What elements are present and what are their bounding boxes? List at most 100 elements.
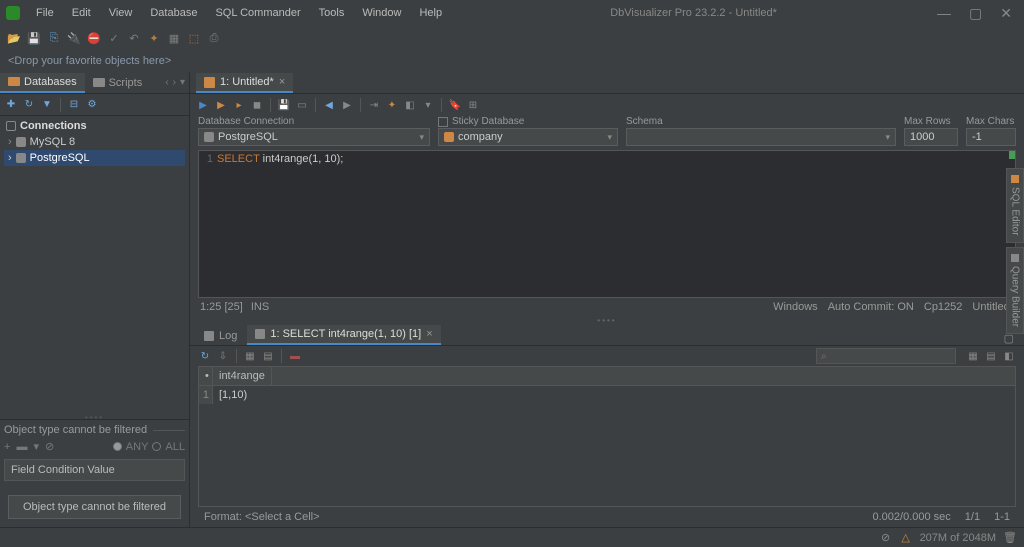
favorites-bar[interactable]: <Drop your favorite objects here> <box>0 50 1024 72</box>
tool-icon-4[interactable]: ⎙ <box>206 30 222 46</box>
tool-icon-2[interactable]: ▦ <box>166 30 182 46</box>
next-icon[interactable]: ▶ <box>340 98 354 112</box>
editor-tab-1[interactable]: 1: Untitled* × <box>196 73 293 93</box>
trash-icon[interactable]: 🗑 <box>1004 532 1016 544</box>
main-toolbar: 📂 💾 ⎘ 🔌 ⛔ ✓ ↶ ✦ ▦ ⬚ ⎙ <box>0 26 1024 50</box>
radio-all-label: ALL <box>165 441 185 453</box>
cell-value[interactable]: [1,10) <box>213 386 253 404</box>
database-dropdown[interactable]: company ▾ <box>438 128 618 146</box>
menu-sql-commander[interactable]: SQL Commander <box>207 4 308 22</box>
sql-editor[interactable]: 1 SELECT int4range(1, 10); <box>198 150 1016 298</box>
tab-log[interactable]: Log <box>196 327 245 345</box>
app-icon <box>6 6 20 20</box>
warning-icon[interactable]: △ <box>900 532 912 544</box>
schema-dropdown[interactable]: ▾ <box>626 128 896 146</box>
filter-clear-icon[interactable]: ⊘ <box>45 440 54 453</box>
conn-dropdown[interactable]: PostgreSQL ▾ <box>198 128 430 146</box>
result-search-input[interactable]: ⌕ <box>816 348 956 364</box>
menu-database[interactable]: Database <box>142 4 205 22</box>
menu-file[interactable]: File <box>28 4 62 22</box>
add-filter-icon[interactable]: + <box>4 441 10 453</box>
column-header[interactable]: int4range <box>213 367 272 385</box>
tree-node-mysql[interactable]: › MySQL 8 <box>4 134 185 150</box>
tab-close-icon[interactable]: × <box>279 76 285 88</box>
bookmark-icon[interactable]: 🔖 <box>448 98 462 112</box>
more-icon[interactable]: ▾ <box>421 98 435 112</box>
editor-tabs: 1: Untitled* × <box>190 72 1024 94</box>
expand-icon[interactable]: › <box>8 152 12 164</box>
tool-icon-b[interactable]: ◧ <box>403 98 417 112</box>
commit-icon[interactable]: ✓ <box>106 30 122 46</box>
rail-query-builder[interactable]: Query Builder <box>1006 247 1024 334</box>
tool-icon[interactable]: ✦ <box>385 98 399 112</box>
open-icon[interactable]: 📂 <box>6 30 22 46</box>
format-icon[interactable]: ⇥ <box>367 98 381 112</box>
menu-view[interactable]: View <box>101 4 141 22</box>
collapse-icon[interactable]: ⊟ <box>67 98 81 112</box>
view-icon-3[interactable]: ◧ <box>1002 349 1016 363</box>
tab-scripts-label: Scripts <box>109 77 143 89</box>
filter-apply-button[interactable]: Object type cannot be filtered <box>8 495 181 519</box>
tab-result[interactable]: 1: SELECT int4range(1, 10) [1] × <box>247 325 440 345</box>
export-icon[interactable]: ⇩ <box>216 349 230 363</box>
radio-all[interactable] <box>152 442 161 451</box>
disconnect-icon[interactable]: ⛔ <box>86 30 102 46</box>
remove-filter-icon[interactable]: ▬ <box>16 441 27 453</box>
split-handle[interactable]: •••• <box>190 316 1024 324</box>
maximize-icon[interactable]: ▢ <box>969 5 982 22</box>
view-icon-2[interactable]: ▤ <box>984 349 998 363</box>
menu-help[interactable]: Help <box>411 4 450 22</box>
radio-any[interactable] <box>113 442 122 451</box>
notifications-icon[interactable]: ⊘ <box>880 532 892 544</box>
maxchars-input[interactable]: -1 <box>966 128 1016 146</box>
table-row[interactable]: 1 [1,10) <box>199 386 1015 404</box>
connections-root[interactable]: Connections <box>4 118 185 134</box>
menu-window[interactable]: Window <box>354 4 409 22</box>
nav-prev-icon[interactable]: ‹ <box>165 77 168 88</box>
delete-row-icon[interactable]: ▬ <box>288 349 302 363</box>
row-range: 1-1 <box>994 511 1010 523</box>
save-icon[interactable]: 💾 <box>26 30 42 46</box>
options-icon[interactable]: ⊞ <box>466 98 480 112</box>
tool-icon-1[interactable]: ✦ <box>146 30 162 46</box>
refresh-result-icon[interactable]: ↻ <box>198 349 212 363</box>
tab-scripts[interactable]: Scripts <box>85 74 151 92</box>
menu-tools[interactable]: Tools <box>311 4 353 22</box>
connect-icon[interactable]: 🔌 <box>66 30 82 46</box>
nav-menu-icon[interactable]: ▾ <box>180 77 185 88</box>
tool-icon-3[interactable]: ⬚ <box>186 30 202 46</box>
tree-node-postgresql[interactable]: › PostgreSQL <box>4 150 185 166</box>
result-grid[interactable]: • int4range 1 [1,10) <box>198 366 1016 507</box>
rail-sql-editor[interactable]: SQL Editor <box>1006 168 1024 243</box>
connections-label: Connections <box>20 120 87 132</box>
text-mode-icon[interactable]: ▤ <box>261 349 275 363</box>
minimize-icon[interactable]: — <box>937 5 951 22</box>
run-current-icon[interactable]: ▸ <box>232 98 246 112</box>
maximize-result-icon[interactable]: ▢ <box>1004 332 1014 345</box>
run-script-icon[interactable]: ▶ <box>214 98 228 112</box>
filter-down-icon[interactable]: ▾ <box>33 440 39 453</box>
menu-edit[interactable]: Edit <box>64 4 99 22</box>
grid-mode-icon[interactable]: ▦ <box>243 349 257 363</box>
action-icon[interactable]: ⚙ <box>85 98 99 112</box>
maxrows-input[interactable]: 1000 <box>904 128 958 146</box>
history-icon[interactable]: ▭ <box>295 98 309 112</box>
close-icon[interactable]: ✕ <box>1000 5 1012 22</box>
rollback-icon[interactable]: ↶ <box>126 30 142 46</box>
refresh-icon[interactable]: ↻ <box>22 98 36 112</box>
view-icon-1[interactable]: ▦ <box>966 349 980 363</box>
tab-databases[interactable]: Databases <box>0 73 85 93</box>
chevron-down-icon: ▾ <box>885 132 890 143</box>
save-all-icon[interactable]: ⎘ <box>46 30 62 46</box>
run-icon[interactable]: ▶ <box>196 98 210 112</box>
stop-icon[interactable]: ◼ <box>250 98 264 112</box>
tab-log-label: Log <box>219 330 237 342</box>
sticky-checkbox[interactable] <box>438 117 448 127</box>
tab-close-icon[interactable]: × <box>426 328 432 340</box>
filter-icon[interactable]: ▼ <box>40 98 54 112</box>
new-conn-icon[interactable]: ✚ <box>4 98 18 112</box>
prev-icon[interactable]: ◀ <box>322 98 336 112</box>
save-sql-icon[interactable]: 💾 <box>277 98 291 112</box>
nav-next-icon[interactable]: › <box>173 77 176 88</box>
expand-icon[interactable]: › <box>8 136 12 148</box>
